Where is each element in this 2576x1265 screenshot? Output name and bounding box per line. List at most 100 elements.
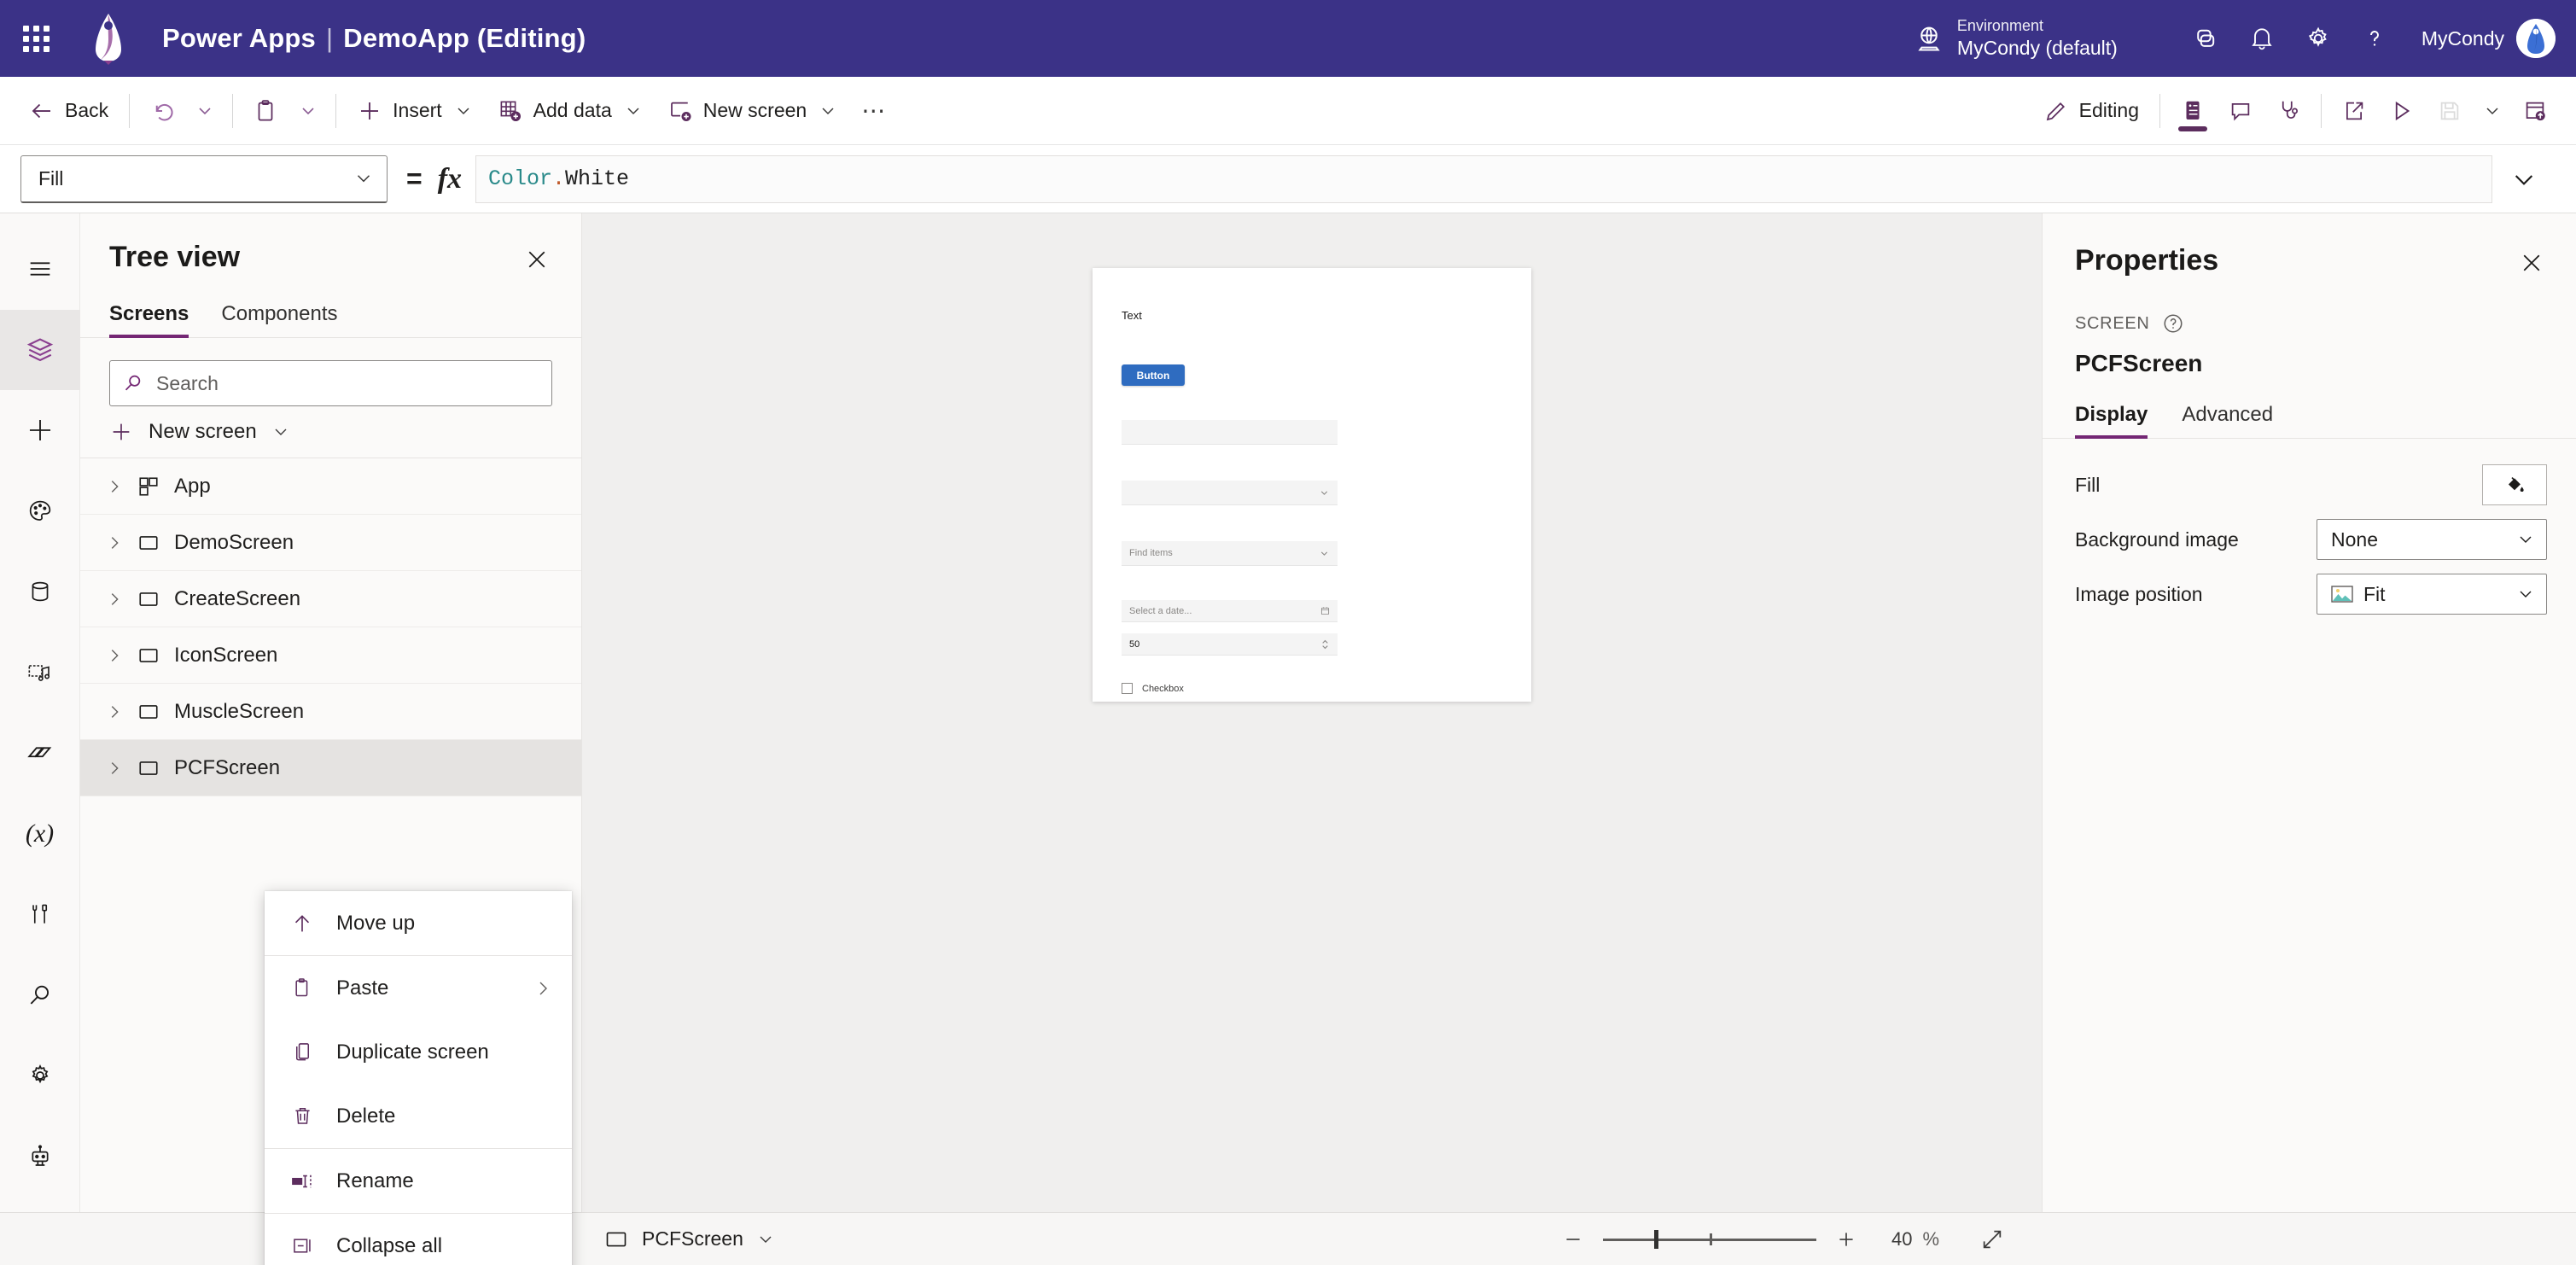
app-launcher-button[interactable] bbox=[0, 26, 72, 52]
preview-button[interactable]: Button bbox=[1122, 364, 1185, 386]
user-name[interactable]: MyCondy bbox=[2422, 27, 2504, 50]
properties-pane-button[interactable] bbox=[2169, 89, 2217, 133]
chevron-right-icon[interactable] bbox=[99, 477, 130, 496]
overflow-menu-button[interactable]: ⋯ bbox=[850, 89, 898, 133]
fit-to-screen-button[interactable] bbox=[1972, 1219, 2013, 1260]
preview-checkbox[interactable]: Checkbox bbox=[1122, 683, 1184, 694]
calendar-icon bbox=[1320, 606, 1330, 615]
tree-item-pcfscreen[interactable]: PCFScreen bbox=[80, 740, 581, 796]
status-screen-name: PCFScreen bbox=[642, 1227, 743, 1250]
publish-button[interactable] bbox=[2511, 89, 2559, 133]
preview-dropdown[interactable] bbox=[1122, 481, 1338, 505]
tab-advanced[interactable]: Advanced bbox=[2182, 403, 2273, 438]
chevron-down-icon bbox=[195, 101, 215, 121]
sidebar-item-data[interactable] bbox=[0, 551, 80, 632]
copilot-button[interactable] bbox=[2177, 0, 2234, 77]
zoom-slider[interactable] bbox=[1603, 1227, 1816, 1252]
search-input[interactable] bbox=[156, 372, 539, 395]
sidebar-item-settings[interactable] bbox=[0, 1035, 80, 1116]
editing-mode-button[interactable]: Editing bbox=[2031, 89, 2151, 133]
sidebar-item-search[interactable] bbox=[0, 955, 80, 1036]
context-menu-item-paste[interactable]: Paste bbox=[265, 956, 572, 1020]
new-screen-label: New screen bbox=[149, 420, 257, 444]
notifications-button[interactable] bbox=[2234, 0, 2290, 77]
new-screen-button[interactable]: New screen bbox=[656, 89, 850, 133]
tree-item-musclescreen[interactable]: MuscleScreen bbox=[80, 684, 581, 740]
chevron-right-icon[interactable] bbox=[99, 759, 130, 778]
save-button[interactable] bbox=[2426, 89, 2474, 133]
app-checker-icon bbox=[2276, 98, 2301, 124]
zoom-in-button[interactable] bbox=[1827, 1220, 1866, 1259]
context-menu-item-delete[interactable]: Delete bbox=[265, 1084, 572, 1148]
background-image-dropdown[interactable]: None bbox=[2317, 519, 2547, 560]
tree-search-box[interactable] bbox=[109, 360, 552, 406]
save-options-dropdown[interactable] bbox=[2474, 89, 2511, 133]
sidebar-item-tree-view[interactable] bbox=[0, 310, 80, 391]
help-button[interactable] bbox=[2346, 0, 2403, 77]
status-screen-selector[interactable]: PCFScreen bbox=[604, 1227, 776, 1251]
tree-item-createscreen[interactable]: CreateScreen bbox=[80, 571, 581, 627]
plus-icon bbox=[1835, 1228, 1857, 1250]
paste-dropdown[interactable] bbox=[289, 89, 327, 133]
fill-color-picker-button[interactable] bbox=[2482, 464, 2547, 505]
preview-text-input[interactable] bbox=[1122, 420, 1338, 445]
environment-name: MyCondy (default) bbox=[1957, 36, 2118, 61]
context-menu-item-duplicate-screen[interactable]: Duplicate screen bbox=[265, 1020, 572, 1084]
canvas-area[interactable]: Text Button Find items bbox=[582, 213, 2042, 1212]
preview-button[interactable] bbox=[2378, 89, 2426, 133]
tab-screens[interactable]: Screens bbox=[109, 302, 189, 337]
tab-components[interactable]: Components bbox=[221, 302, 337, 337]
preview-combobox[interactable]: Find items bbox=[1122, 541, 1338, 566]
chevron-right-icon[interactable] bbox=[99, 533, 130, 552]
chevron-right-icon[interactable] bbox=[99, 646, 130, 665]
avatar[interactable] bbox=[2516, 19, 2556, 58]
back-label: Back bbox=[65, 99, 108, 122]
undo-button[interactable] bbox=[138, 89, 186, 133]
back-button[interactable]: Back bbox=[17, 89, 120, 133]
add-data-button[interactable]: Add data bbox=[486, 89, 656, 133]
sidebar-item-themes[interactable] bbox=[0, 471, 80, 552]
chevron-right-icon[interactable] bbox=[99, 702, 130, 721]
hamburger-menu-button[interactable] bbox=[0, 229, 80, 310]
formula-input[interactable]: Color.White bbox=[475, 155, 2492, 203]
sidebar-item-copilot[interactable] bbox=[0, 1116, 80, 1198]
app-screen-preview[interactable]: Text Button Find items bbox=[1093, 268, 1531, 702]
context-menu-item-rename[interactable]: Rename bbox=[265, 1149, 572, 1213]
help-circle-icon[interactable] bbox=[2162, 312, 2184, 335]
preview-date-picker[interactable]: Select a date... bbox=[1122, 600, 1338, 622]
tab-display[interactable]: Display bbox=[2075, 403, 2148, 438]
zoom-slider-thumb[interactable] bbox=[1654, 1230, 1658, 1249]
tree-view-close-button[interactable] bbox=[518, 241, 556, 278]
sidebar-item-power-automate[interactable] bbox=[0, 713, 80, 794]
sidebar-item-media[interactable] bbox=[0, 632, 80, 714]
undo-dropdown[interactable] bbox=[186, 89, 224, 133]
tree-item-app[interactable]: App bbox=[80, 458, 581, 515]
formula-bar-expand-button[interactable] bbox=[2492, 166, 2556, 193]
new-screen-menu-button[interactable]: New screen bbox=[80, 406, 581, 458]
insert-button[interactable]: Insert bbox=[345, 89, 486, 133]
property-row-background-image: Background image None bbox=[2043, 512, 2576, 567]
spinner-arrows-icon[interactable] bbox=[1320, 638, 1330, 651]
property-selector[interactable]: Fill bbox=[20, 155, 388, 203]
comments-button[interactable] bbox=[2217, 89, 2264, 133]
context-menu-item-move-up[interactable]: Move up bbox=[265, 891, 572, 955]
preview-number-spinner[interactable]: 50 bbox=[1122, 633, 1338, 656]
context-menu-item-label: Rename bbox=[336, 1169, 414, 1193]
sidebar-item-tools[interactable] bbox=[0, 874, 80, 955]
tree-item-demoscreen[interactable]: DemoScreen bbox=[80, 515, 581, 571]
settings-button[interactable] bbox=[2290, 0, 2346, 77]
app-checker-button[interactable] bbox=[2264, 89, 2312, 133]
tree-item-iconscreen[interactable]: IconScreen bbox=[80, 627, 581, 684]
chevron-right-icon[interactable] bbox=[99, 590, 130, 609]
zoom-out-button[interactable] bbox=[1553, 1220, 1593, 1259]
context-menu-item-collapse-all[interactable]: Collapse all bbox=[265, 1214, 572, 1265]
share-button[interactable] bbox=[2330, 89, 2378, 133]
paste-button[interactable] bbox=[242, 89, 289, 133]
share-icon bbox=[2341, 98, 2367, 124]
sidebar-item-variables[interactable]: (x) bbox=[0, 794, 80, 875]
environment-selector[interactable]: Environment MyCondy (default) bbox=[1915, 16, 2118, 60]
properties-close-button[interactable] bbox=[2513, 244, 2550, 282]
tree-item-label: IconScreen bbox=[174, 644, 277, 667]
image-position-dropdown[interactable]: Fit bbox=[2317, 574, 2547, 615]
sidebar-item-insert[interactable] bbox=[0, 390, 80, 471]
